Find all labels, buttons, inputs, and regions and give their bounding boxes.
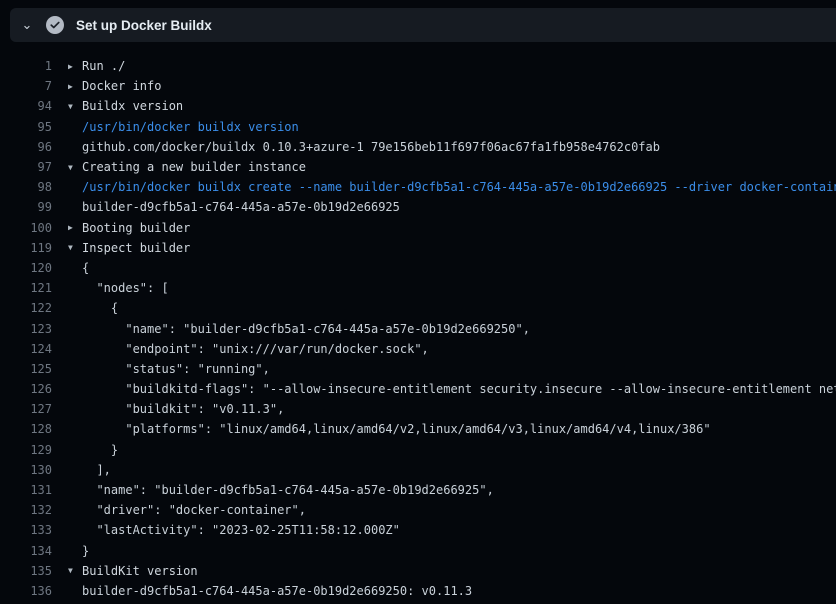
line-number[interactable]: 124 [0,342,52,356]
log-text: } [82,544,89,558]
log-line: 129 } [0,440,836,460]
log-text: "buildkit": "v0.11.3", [82,402,284,416]
log-text: builder-d9cfb5a1-c764-445a-a57e-0b19d2e6… [82,200,400,214]
log-line: 99 builder-d9cfb5a1-c764-445a-a57e-0b19d… [0,197,836,217]
log-line[interactable]: 135 ▼ BuildKit version [0,561,836,581]
log-line[interactable]: 7 ▶ Docker info [0,76,836,96]
group-toggle-icon[interactable]: ▼ [68,163,82,172]
line-number[interactable]: 1 [0,59,52,73]
log-text: "driver": "docker-container", [82,503,306,517]
log-text: builder-d9cfb5a1-c764-445a-a57e-0b19d2e6… [82,584,472,598]
log-text: } [82,443,118,457]
line-number[interactable]: 100 [0,221,52,235]
success-check-icon [46,16,64,34]
log-line: 131 "name": "builder-d9cfb5a1-c764-445a-… [0,480,836,500]
log-line: 126 "buildkitd-flags": "--allow-insecure… [0,379,836,399]
log-line: 95 /usr/bin/docker buildx version [0,117,836,137]
log-text: ], [82,463,111,477]
line-number[interactable]: 128 [0,422,52,436]
log-text: Docker info [82,79,161,93]
log-line: 124 "endpoint": "unix:///var/run/docker.… [0,339,836,359]
log-text: "status": "running", [82,362,270,376]
line-number[interactable]: 95 [0,120,52,134]
line-number[interactable]: 98 [0,180,52,194]
log-line[interactable]: 97 ▼ Creating a new builder instance [0,157,836,177]
log-text: "platforms": "linux/amd64,linux/amd64/v2… [82,422,711,436]
log-line[interactable]: 119 ▼ Inspect builder [0,238,836,258]
group-toggle-icon[interactable]: ▼ [68,102,82,111]
log-line: 133 "lastActivity": "2023-02-25T11:58:12… [0,520,836,540]
log-line: 127 "buildkit": "v0.11.3", [0,399,836,419]
log-text: { [82,301,118,315]
log-line: 120 { [0,258,836,278]
log-text: "name": "builder-d9cfb5a1-c764-445a-a57e… [82,322,530,336]
group-toggle-icon[interactable]: ▼ [68,566,82,575]
line-number[interactable]: 119 [0,241,52,255]
group-toggle-icon[interactable]: ▶ [68,223,82,232]
line-number[interactable]: 125 [0,362,52,376]
line-number[interactable]: 96 [0,140,52,154]
line-number[interactable]: 136 [0,584,52,598]
line-number[interactable]: 135 [0,564,52,578]
log-text: github.com/docker/buildx 0.10.3+azure-1 … [82,140,660,154]
log-line: 123 "name": "builder-d9cfb5a1-c764-445a-… [0,318,836,338]
log-line: 132 "driver": "docker-container", [0,500,836,520]
log-text: "lastActivity": "2023-02-25T11:58:12.000… [82,523,400,537]
line-number[interactable]: 129 [0,443,52,457]
line-number[interactable]: 120 [0,261,52,275]
log-line[interactable]: 100 ▶ Booting builder [0,218,836,238]
line-number[interactable]: 134 [0,544,52,558]
log-text: Inspect builder [82,241,190,255]
line-number[interactable]: 121 [0,281,52,295]
log-line: 98 /usr/bin/docker buildx create --name … [0,177,836,197]
line-number[interactable]: 131 [0,483,52,497]
line-number[interactable]: 7 [0,79,52,93]
chevron-down-icon[interactable]: ⌄ [10,17,44,33]
log-line: 128 "platforms": "linux/amd64,linux/amd6… [0,419,836,439]
log-line[interactable]: 94 ▼ Buildx version [0,96,836,116]
line-number[interactable]: 127 [0,402,52,416]
log-line: 96 github.com/docker/buildx 0.10.3+azure… [0,137,836,157]
group-toggle-icon[interactable]: ▶ [68,62,82,71]
log-text: { [82,261,89,275]
log-line: 121 "nodes": [ [0,278,836,298]
log-line: 136 builder-d9cfb5a1-c764-445a-a57e-0b19… [0,581,836,601]
log-line: 122 { [0,298,836,318]
line-number[interactable]: 123 [0,322,52,336]
group-toggle-icon[interactable]: ▼ [68,243,82,252]
line-number[interactable]: 94 [0,99,52,113]
log-text: Run ./ [82,59,125,73]
line-number[interactable]: 122 [0,301,52,315]
log-text: Buildx version [82,99,183,113]
line-number[interactable]: 126 [0,382,52,396]
line-number[interactable]: 132 [0,503,52,517]
log-line: 130 ], [0,460,836,480]
log-text: /usr/bin/docker buildx create --name bui… [82,180,836,194]
log-text: "buildkitd-flags": "--allow-insecure-ent… [82,382,836,396]
log-text: Booting builder [82,221,190,235]
line-number[interactable]: 130 [0,463,52,477]
log-line: 125 "status": "running", [0,359,836,379]
line-number[interactable]: 133 [0,523,52,537]
log-text: "nodes": [ [82,281,169,295]
log-text: Creating a new builder instance [82,160,306,174]
line-number[interactable]: 99 [0,200,52,214]
log-line[interactable]: 1 ▶ Run ./ [0,56,836,76]
log-text: /usr/bin/docker buildx version [82,120,299,134]
log-line: 134 } [0,541,836,561]
log-text: BuildKit version [82,564,198,578]
step-title: Set up Docker Buildx [76,18,212,33]
log-viewer: 1 ▶ Run ./ 7 ▶ Docker info 94 ▼ Buildx v… [0,56,836,601]
step-header[interactable]: ⌄ Set up Docker Buildx [10,8,836,42]
log-text: "name": "builder-d9cfb5a1-c764-445a-a57e… [82,483,494,497]
group-toggle-icon[interactable]: ▶ [68,82,82,91]
log-text: "endpoint": "unix:///var/run/docker.sock… [82,342,429,356]
line-number[interactable]: 97 [0,160,52,174]
